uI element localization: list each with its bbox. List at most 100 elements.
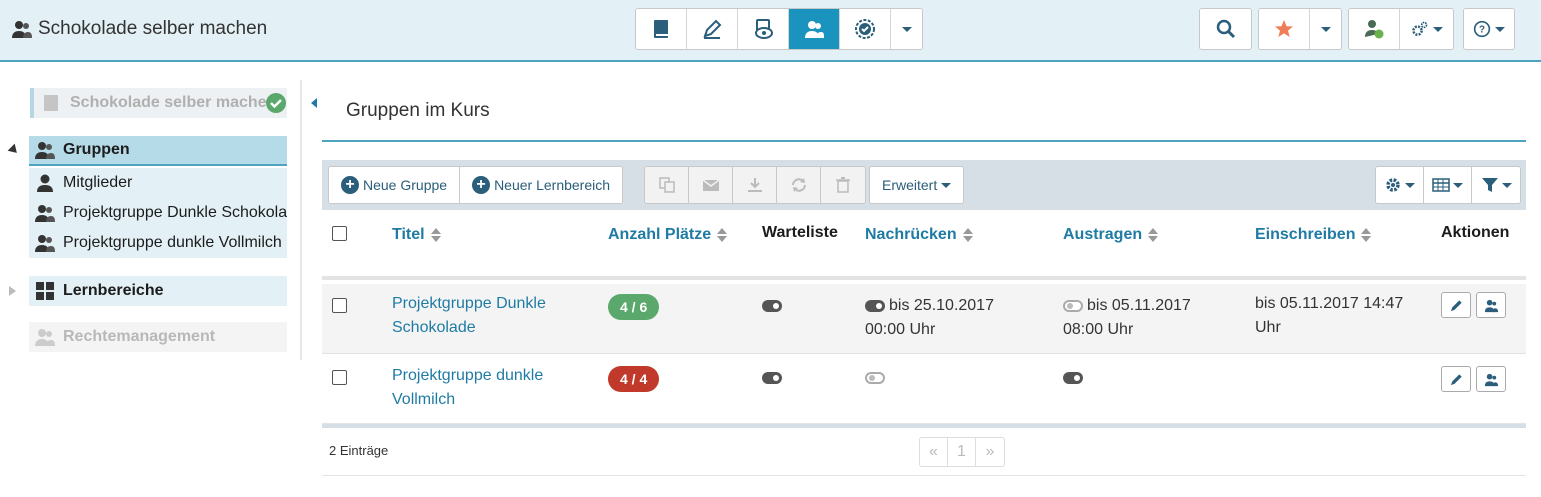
- table-header: Titel Anzahl Plätze Warteliste Nachrücke…: [322, 210, 1526, 280]
- collapsed-triangle-icon[interactable]: [9, 286, 16, 296]
- sidebar-item-label: Mitglieder: [63, 174, 133, 191]
- toggle-on-icon: [762, 371, 782, 384]
- chevron-down-icon: [1320, 26, 1331, 32]
- refresh-icon: [791, 178, 806, 192]
- row-checkbox[interactable]: [332, 298, 347, 313]
- help-icon: ?: [1473, 20, 1491, 38]
- group-members-button[interactable]: [1476, 366, 1506, 392]
- group-title-link[interactable]: Projektgruppe dunkle Vollmilch: [392, 364, 582, 412]
- column-header-title[interactable]: Titel: [392, 226, 441, 244]
- sidebar-item-group-dunkle-schokolade[interactable]: Projektgruppe Dunkle Schokolade: [29, 198, 287, 228]
- grid-icon: [36, 282, 54, 300]
- toggle-on-icon: [762, 299, 782, 312]
- copy-button[interactable]: [645, 167, 689, 203]
- advanced-label: Erweitert: [882, 177, 938, 193]
- sidebar-item-label: Projektgruppe Dunkle Schokolade: [63, 204, 287, 221]
- expanded-triangle-icon[interactable]: [7, 143, 21, 157]
- group-title-link[interactable]: Projektgruppe Dunkle Schokolade: [392, 292, 582, 340]
- column-header-einschreiben[interactable]: Einschreiben: [1255, 226, 1372, 244]
- download-button[interactable]: [733, 167, 777, 203]
- column-header-label: Anzahl Plätze: [608, 226, 712, 243]
- members-icon: [1484, 299, 1498, 312]
- pagination-next[interactable]: »: [976, 438, 1004, 466]
- book-icon: [44, 95, 58, 111]
- pencil-icon: [1450, 373, 1462, 385]
- column-header-austragen[interactable]: Austragen: [1063, 226, 1159, 244]
- delete-button[interactable]: [821, 167, 865, 203]
- user-tools-group: [1348, 8, 1454, 50]
- bookmark-group: [1258, 8, 1342, 50]
- bookmark-dropdown[interactable]: [1310, 9, 1341, 49]
- course-members-button[interactable]: [789, 9, 840, 49]
- column-header-places[interactable]: Anzahl Plätze: [608, 226, 728, 244]
- sidebar-collapse-icon[interactable]: [311, 98, 317, 108]
- members-icon: [35, 329, 55, 346]
- page-title: Gruppen im Kurs: [346, 100, 490, 121]
- entries-count: 2 Einträge: [329, 443, 389, 458]
- new-group-button[interactable]: + Neue Gruppe: [329, 167, 461, 203]
- course-assessment-button[interactable]: [840, 9, 891, 49]
- help-group: ?: [1463, 8, 1515, 50]
- chevron-down-icon: [1495, 26, 1505, 32]
- nachruecken-cell: [865, 366, 889, 390]
- search-button[interactable]: [1200, 9, 1251, 49]
- course-preview-button[interactable]: [738, 9, 789, 49]
- sidebar-item-gruppen[interactable]: Gruppen: [29, 136, 287, 166]
- waitlist-status: [762, 294, 786, 318]
- user-globe-button[interactable]: [1349, 9, 1400, 49]
- new-area-button[interactable]: + Neuer Lernbereich: [460, 167, 623, 203]
- column-header-nachruecken[interactable]: Nachrücken: [865, 226, 973, 244]
- row-checkbox[interactable]: [332, 370, 347, 385]
- svg-text:?: ?: [1479, 25, 1485, 36]
- sidebar-course-root[interactable]: Schokolade selber machen: [30, 88, 287, 118]
- group-members-button[interactable]: [1476, 292, 1506, 318]
- bookmark-button[interactable]: [1259, 9, 1310, 49]
- column-header-waitlist: Warteliste: [762, 224, 838, 242]
- user-icon: [37, 174, 53, 192]
- envelope-icon: [702, 179, 719, 191]
- help-dropdown[interactable]: ?: [1464, 9, 1514, 49]
- plus-circle-icon: +: [472, 176, 491, 194]
- plus-circle-icon: +: [341, 176, 359, 194]
- course-title: Schokolade selber machen: [12, 18, 267, 40]
- table-filter-dropdown[interactable]: [1472, 167, 1520, 203]
- column-header-label: Titel: [392, 226, 425, 243]
- settings-icon: [1411, 21, 1427, 36]
- assessment-icon: [855, 19, 875, 39]
- sidebar-item-label: Projektgruppe dunkle Vollmilch: [63, 234, 282, 251]
- refresh-button[interactable]: [777, 167, 821, 203]
- settings-dropdown[interactable]: [1400, 9, 1453, 49]
- column-header-label: Nachrücken: [865, 226, 957, 243]
- book-icon: [654, 20, 668, 38]
- course-toolbar: [635, 8, 923, 50]
- sidebar-course-root-label: Schokolade selber machen: [70, 94, 277, 111]
- table-footer-rule: [322, 424, 1526, 428]
- email-button[interactable]: [689, 167, 733, 203]
- course-tools-dropdown[interactable]: [891, 9, 922, 49]
- sidebar-item-mitglieder[interactable]: Mitglieder: [29, 168, 287, 198]
- course-run-button[interactable]: [636, 9, 687, 49]
- pagination: « 1 »: [919, 437, 1005, 467]
- members-icon: [12, 21, 32, 38]
- trash-icon: [836, 177, 850, 193]
- sort-icon: [430, 228, 441, 242]
- advanced-dropdown[interactable]: Erweitert: [870, 167, 964, 203]
- sidebar-item-lernbereiche[interactable]: Lernbereiche: [29, 276, 287, 306]
- sort-icon: [717, 228, 728, 242]
- pagination-page[interactable]: 1: [948, 438, 976, 466]
- sidebar-item-rechtemanagement[interactable]: Rechtemanagement: [29, 322, 287, 352]
- table-columns-dropdown[interactable]: [1424, 167, 1472, 203]
- table-row: Projektgruppe Dunkle Schokolade 4 / 6 bi…: [322, 284, 1526, 354]
- table-settings-dropdown[interactable]: [1376, 167, 1424, 203]
- bottom-divider: [322, 475, 1526, 476]
- select-all-checkbox[interactable]: [332, 226, 347, 241]
- edit-group-button[interactable]: [1441, 366, 1471, 392]
- sidebar-item-group-dunkle-vollmilch[interactable]: Projektgruppe dunkle Vollmilch: [29, 228, 287, 258]
- edit-group-button[interactable]: [1441, 292, 1471, 318]
- pagination-prev[interactable]: «: [920, 438, 948, 466]
- course-edit-button[interactable]: [687, 9, 738, 49]
- new-group-label: Neue Gruppe: [363, 177, 448, 193]
- table-icon: [1432, 178, 1450, 192]
- chevron-down-icon: [1453, 182, 1463, 188]
- copy-icon: [658, 177, 675, 193]
